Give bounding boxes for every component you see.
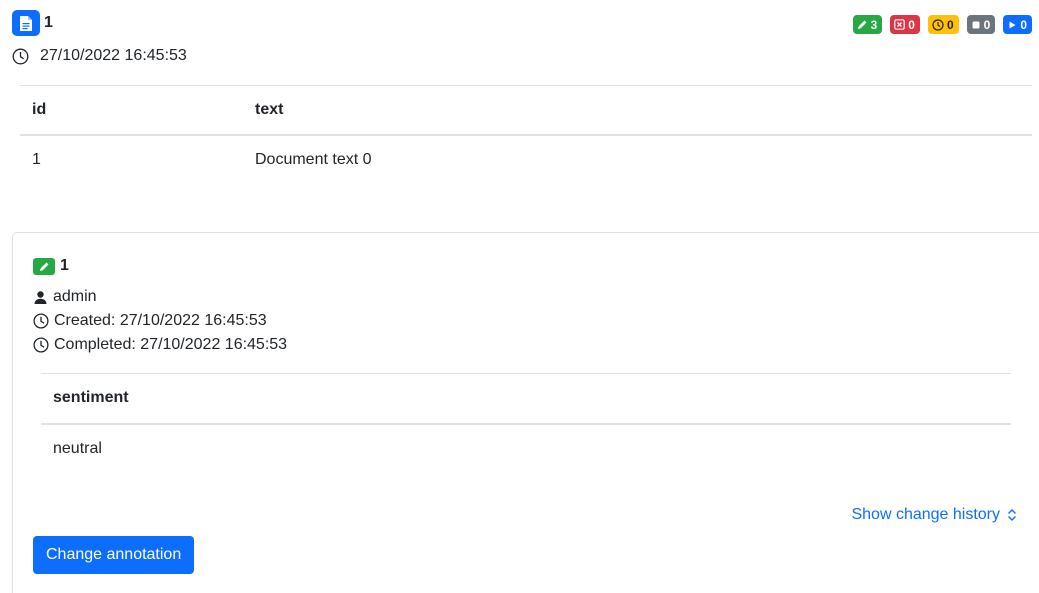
- annotation-header: 1: [33, 257, 69, 275]
- rejected-badge: 0: [890, 15, 920, 34]
- x-icon: [894, 19, 906, 30]
- completed-text: Completed: 27/10/2022 16:45:53: [54, 336, 288, 353]
- timed-out-count: 0: [946, 17, 954, 32]
- cell-text: Document text 0: [255, 150, 372, 168]
- chevron-up-down-icon: [1008, 509, 1016, 521]
- completed-badge: 3: [852, 15, 883, 34]
- stopped-count: 0: [983, 17, 991, 32]
- change-annotation-button[interactable]: Change annotation: [33, 536, 195, 574]
- cell-sentiment: neutral: [53, 439, 102, 457]
- running-count: 0: [1020, 17, 1027, 32]
- rejected-count: 0: [908, 17, 915, 32]
- table-row: 1 Document text 0: [20, 135, 1032, 184]
- cell-id: 1: [32, 150, 41, 168]
- created-text: Created: 27/10/2022 16:45:53: [54, 312, 267, 329]
- completed-count: 3: [870, 17, 878, 32]
- timed-out-badge: 0: [927, 15, 959, 34]
- user-name: admin: [53, 288, 97, 305]
- document-icon: [12, 10, 40, 36]
- completed-badge: [33, 257, 55, 275]
- table-row: neutral: [41, 424, 1011, 473]
- running-badge: 0: [1003, 15, 1032, 34]
- annotation-card: 1 admin Created: 27/10/2022 16:45:53 Com…: [12, 232, 1039, 593]
- history-link-label: Show change history: [851, 506, 1000, 523]
- column-header-id: id: [32, 100, 47, 118]
- table-header-row: sentiment: [41, 373, 1011, 424]
- clock-icon: [33, 313, 49, 329]
- column-header-text: text: [255, 100, 284, 118]
- document-timestamp: 27/10/2022 16:45:53: [12, 47, 187, 65]
- user-icon: [34, 290, 47, 304]
- document-id: 1: [44, 14, 53, 31]
- document-table: id text 1 Document text 0: [20, 85, 1032, 184]
- column-header-sentiment: sentiment: [53, 389, 129, 407]
- clock-icon: [33, 337, 49, 353]
- pencil-icon: [857, 20, 867, 29]
- pencil-icon: [39, 262, 48, 271]
- annotation-id: 1: [60, 257, 69, 274]
- stopped-badge: 0: [966, 15, 996, 34]
- annotation-user: admin: [33, 288, 97, 306]
- status-badges: 3 0 0 0 0: [852, 15, 1032, 34]
- annotation-completed: Completed: 27/10/2022 16:45:53: [33, 336, 287, 354]
- clock-icon: [932, 18, 944, 31]
- table-header-row: id text: [20, 85, 1032, 135]
- clock-icon: [12, 48, 29, 64]
- timestamp-text: 27/10/2022 16:45:53: [40, 47, 187, 64]
- annotation-table: sentiment neutral: [41, 373, 1011, 473]
- play-icon: [1009, 21, 1016, 28]
- annotation-created: Created: 27/10/2022 16:45:53: [33, 312, 267, 330]
- show-change-history-link[interactable]: Show change history: [851, 506, 1017, 524]
- stop-icon: [972, 21, 980, 28]
